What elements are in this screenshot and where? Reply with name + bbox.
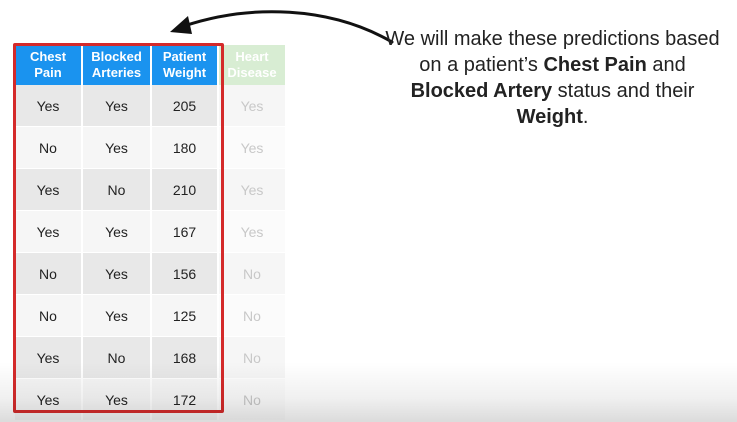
emphasis-weight: Weight: [516, 106, 583, 128]
emphasis-blocked-artery: Blocked Artery: [410, 80, 553, 102]
emphasis-chest-pain: Chest Pain: [543, 54, 647, 76]
explanation-text: We will make these predictions based on …: [385, 28, 720, 128]
